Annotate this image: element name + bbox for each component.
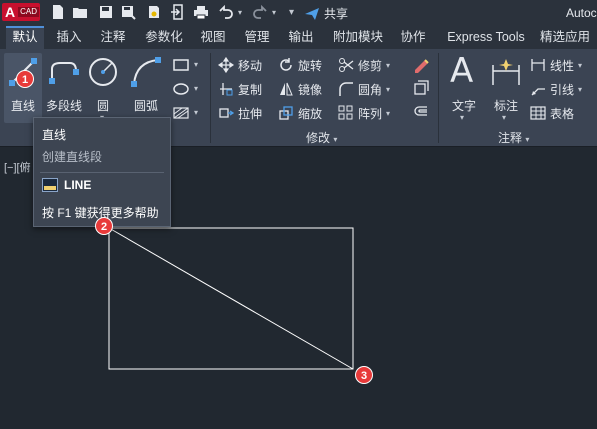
table-icon bbox=[530, 106, 546, 120]
open-folder-icon[interactable] bbox=[72, 4, 88, 20]
circle-icon bbox=[89, 58, 117, 86]
step-marker-3: 3 bbox=[355, 366, 373, 384]
rotate-button[interactable]: 旋转 bbox=[278, 55, 322, 75]
trim-dropdown-icon[interactable]: ▾ bbox=[386, 61, 390, 70]
hatch-dropdown-icon[interactable]: ▾ bbox=[194, 108, 198, 117]
tab-insert[interactable]: 插入 bbox=[50, 26, 88, 49]
fillet-dropdown-icon[interactable]: ▾ bbox=[386, 85, 390, 94]
command-line-icon bbox=[42, 178, 58, 192]
move-button[interactable]: 移动 bbox=[218, 55, 262, 75]
leader-dropdown-icon[interactable]: ▾ bbox=[578, 85, 582, 94]
import-icon[interactable] bbox=[170, 4, 186, 20]
text-icon: A bbox=[450, 51, 474, 91]
arc-button[interactable]: 圆弧 bbox=[128, 53, 164, 123]
move-icon bbox=[218, 57, 234, 73]
app-title: Autoc bbox=[566, 6, 597, 20]
mirror-icon bbox=[280, 82, 293, 96]
rotate-icon bbox=[280, 58, 292, 71]
fillet-button[interactable]: 圆角 ▾ bbox=[338, 79, 390, 99]
array-icon bbox=[338, 105, 353, 120]
linear-dimension-button[interactable]: 线性 ▾ bbox=[530, 55, 582, 75]
cloud-save-icon[interactable] bbox=[146, 4, 162, 20]
tooltip-description: 创建直线段 bbox=[42, 150, 103, 164]
line-tooltip: 直线 创建直线段 LINE 按 F1 键获得更多帮助 bbox=[33, 117, 171, 227]
quick-access-toolbar: A CAD ▾ ▾ ▾ 共享 Autoc bbox=[0, 0, 597, 26]
app-logo[interactable]: A CAD bbox=[2, 3, 40, 21]
save-icon[interactable] bbox=[98, 4, 114, 20]
erase-icon[interactable] bbox=[412, 55, 430, 73]
share-button[interactable]: 共享 bbox=[304, 5, 348, 22]
rectangle-icon[interactable] bbox=[172, 58, 190, 72]
trim-icon bbox=[339, 58, 354, 72]
text-button[interactable]: A 文字 ▾ bbox=[444, 51, 484, 123]
stretch-icon bbox=[219, 108, 234, 118]
annotation-panel-title[interactable]: 注释 ▾ bbox=[498, 129, 529, 146]
linear-icon bbox=[531, 59, 545, 71]
array-dropdown-icon[interactable]: ▾ bbox=[386, 109, 390, 118]
line-button[interactable]: 直线 bbox=[4, 53, 42, 123]
customize-qat-icon[interactable]: ▾ bbox=[289, 7, 294, 18]
leader-icon bbox=[531, 88, 545, 96]
new-file-icon[interactable] bbox=[50, 4, 66, 20]
viewport-controls[interactable]: [−][俯 bbox=[4, 159, 31, 175]
arc-icon bbox=[131, 57, 161, 87]
redo-dropdown-icon[interactable]: ▾ bbox=[272, 8, 276, 17]
polyline-icon bbox=[49, 62, 79, 84]
step-marker-1: 1 bbox=[16, 70, 34, 88]
send-icon bbox=[305, 7, 319, 20]
tab-manage[interactable]: 管理 bbox=[238, 26, 276, 49]
print-icon[interactable] bbox=[193, 4, 209, 20]
scale-icon bbox=[279, 106, 293, 120]
modify-panel-title[interactable]: 修改 ▾ bbox=[306, 129, 337, 146]
tab-annotate[interactable]: 注释 bbox=[94, 26, 132, 49]
fillet-icon bbox=[339, 82, 353, 96]
tab-collaborate[interactable]: 协作 bbox=[394, 26, 432, 49]
leader-button[interactable]: 引线 ▾ bbox=[530, 79, 582, 99]
tooltip-divider bbox=[40, 172, 164, 173]
tooltip-title: 直线 bbox=[42, 128, 67, 142]
annotation-panel-dropdown-icon: ▾ bbox=[525, 135, 530, 144]
polyline-button[interactable]: 多段线 bbox=[44, 53, 84, 123]
offset-icon[interactable] bbox=[412, 103, 430, 121]
tab-default[interactable]: 默认 bbox=[6, 26, 44, 49]
dimension-button[interactable]: 标注 ▾ bbox=[486, 53, 526, 123]
trim-button[interactable]: 修剪 ▾ bbox=[338, 55, 390, 75]
explode-icon[interactable] bbox=[412, 79, 430, 97]
gradient-icon[interactable] bbox=[172, 106, 190, 120]
hatch-icon[interactable] bbox=[172, 82, 190, 96]
ellipse-dropdown-icon[interactable]: ▾ bbox=[194, 84, 198, 93]
tab-express-tools[interactable]: Express Tools bbox=[442, 26, 530, 49]
circle-button[interactable]: 圆 ▾ bbox=[86, 53, 120, 123]
tab-view[interactable]: 视图 bbox=[196, 26, 230, 49]
rectangle-dropdown-icon[interactable]: ▾ bbox=[194, 60, 198, 69]
tab-addins[interactable]: 附加模块 bbox=[328, 26, 388, 49]
tab-output[interactable]: 输出 bbox=[282, 26, 320, 49]
scale-button[interactable]: 缩放 bbox=[278, 103, 322, 123]
dimension-icon bbox=[492, 59, 520, 85]
linear-dropdown-icon[interactable]: ▾ bbox=[578, 61, 582, 70]
panel-separator bbox=[438, 53, 439, 143]
array-button[interactable]: 阵列 ▾ bbox=[338, 103, 390, 123]
undo-icon[interactable] bbox=[218, 4, 234, 20]
tab-featured-apps[interactable]: 精选应用 bbox=[540, 26, 597, 49]
mirror-button[interactable]: 镜像 bbox=[278, 79, 322, 99]
redo-icon[interactable] bbox=[252, 4, 268, 20]
copy-icon bbox=[220, 83, 233, 96]
tooltip-command: LINE bbox=[42, 178, 91, 192]
text-dropdown-icon[interactable]: ▾ bbox=[460, 113, 464, 122]
undo-dropdown-icon[interactable]: ▾ bbox=[238, 8, 242, 17]
dimension-dropdown-icon[interactable]: ▾ bbox=[502, 113, 506, 122]
save-as-icon[interactable] bbox=[120, 4, 136, 20]
ribbon-tabs: 默认 插入 注释 参数化 视图 管理 输出 附加模块 协作 Express To… bbox=[0, 26, 597, 49]
stretch-button[interactable]: 拉伸 bbox=[218, 103, 262, 123]
modify-panel-dropdown-icon: ▾ bbox=[333, 135, 338, 144]
copy-button[interactable]: 复制 bbox=[218, 79, 262, 99]
table-button[interactable]: 表格 bbox=[530, 103, 574, 123]
tab-parametric[interactable]: 参数化 bbox=[138, 26, 190, 49]
panel-separator bbox=[210, 53, 211, 143]
step-marker-2: 2 bbox=[95, 217, 113, 235]
